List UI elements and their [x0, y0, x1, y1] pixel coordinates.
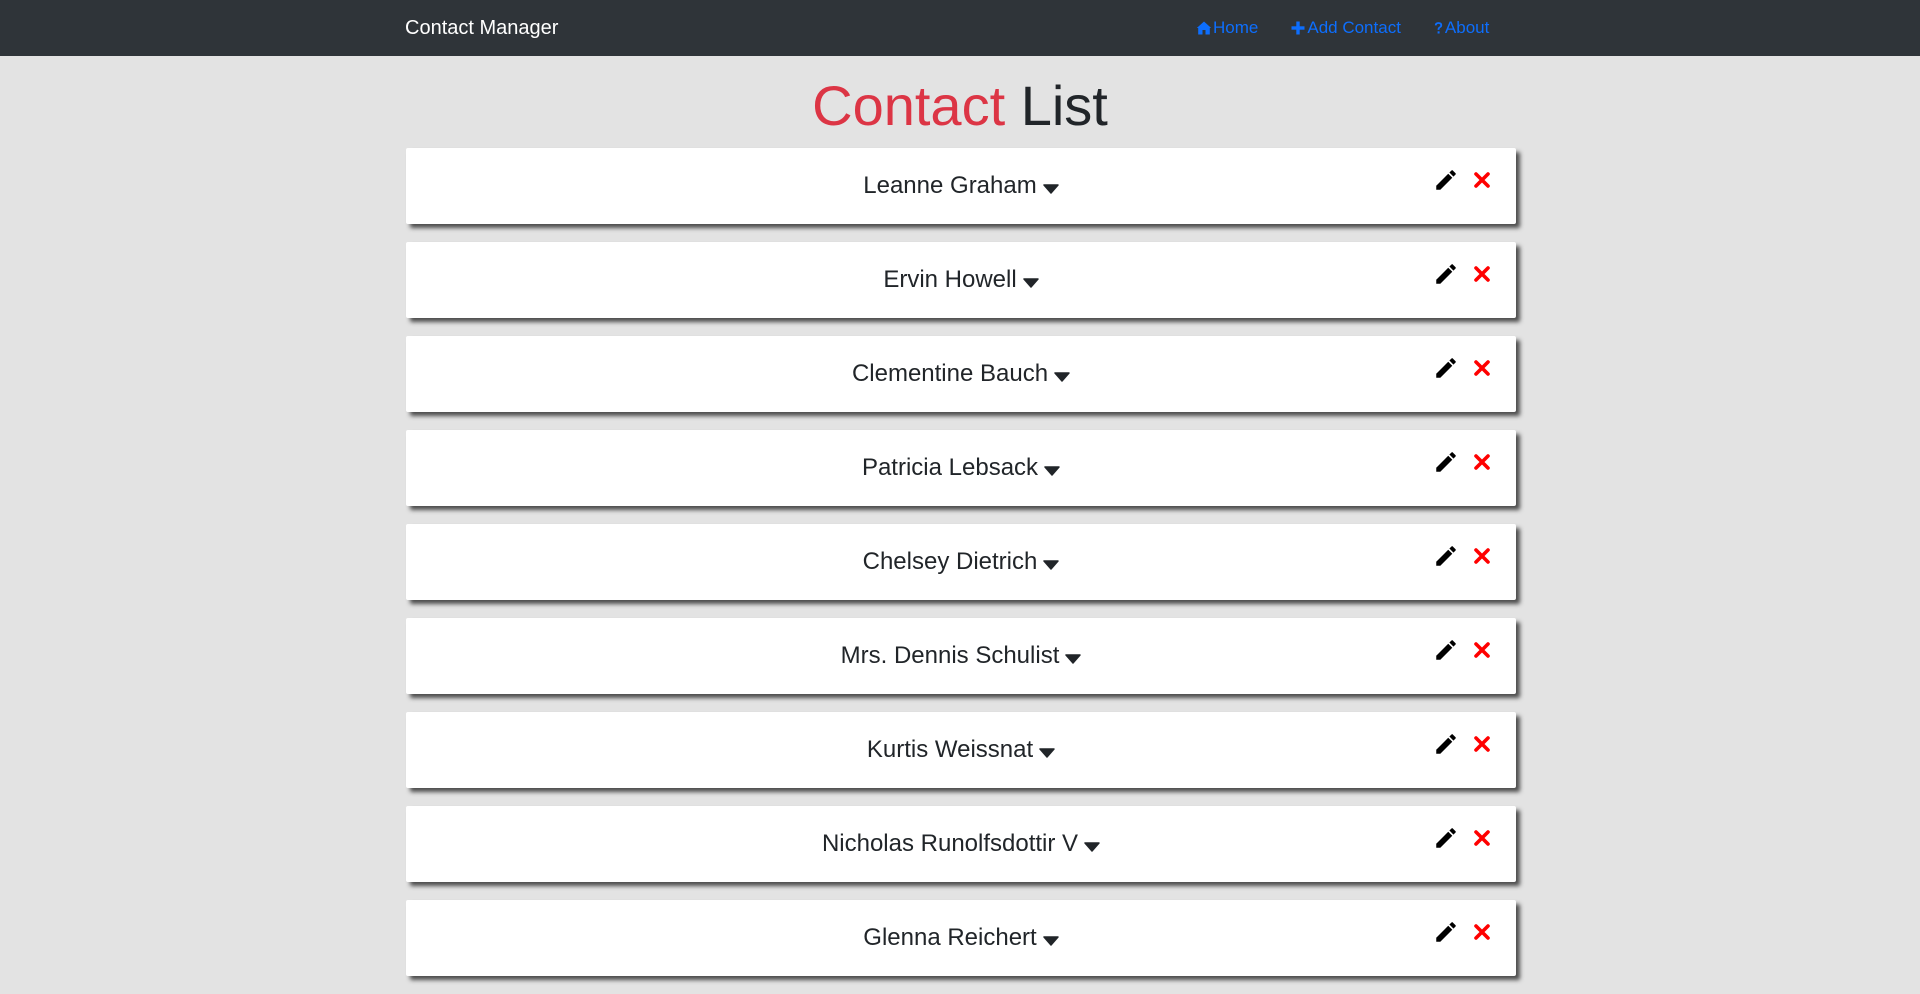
pencil-icon	[1436, 452, 1456, 472]
close-icon	[1474, 172, 1490, 188]
contact-card: Leanne Graham	[406, 148, 1516, 224]
delete-button[interactable]	[1468, 824, 1496, 852]
contact-actions	[1432, 636, 1496, 664]
question-icon	[1434, 22, 1443, 34]
caret-down-icon	[1054, 372, 1070, 382]
nav-link-home-label: Home	[1213, 18, 1259, 37]
edit-button[interactable]	[1432, 918, 1460, 946]
contact-card: Kurtis Weissnat	[406, 712, 1516, 788]
caret-down-icon	[1039, 748, 1055, 758]
page-title-accent: Contact	[812, 74, 1006, 137]
edit-button[interactable]	[1432, 824, 1460, 852]
pencil-icon	[1436, 640, 1456, 660]
contact-actions	[1432, 542, 1496, 570]
delete-button[interactable]	[1468, 260, 1496, 288]
edit-button[interactable]	[1432, 166, 1460, 194]
close-icon	[1474, 454, 1490, 470]
contact-card: Clementine Bauch	[406, 336, 1516, 412]
contact-name-toggle[interactable]: Mrs. Dennis Schulist	[841, 642, 1082, 670]
contact-name-toggle[interactable]: Nicholas Runolfsdottir V	[822, 830, 1100, 858]
caret-down-icon	[1043, 560, 1060, 570]
delete-button[interactable]	[1468, 166, 1496, 194]
contact-card: Patricia Lebsack	[406, 430, 1516, 506]
edit-button[interactable]	[1432, 448, 1460, 476]
pencil-icon	[1436, 358, 1456, 378]
delete-button[interactable]	[1468, 918, 1496, 946]
contact-name: Leanne Graham	[863, 172, 1037, 199]
contact-actions	[1432, 730, 1496, 758]
edit-button[interactable]	[1432, 636, 1460, 664]
contact-name-toggle[interactable]: Chelsey Dietrich	[863, 548, 1060, 576]
contact-name-toggle[interactable]: Ervin Howell	[883, 266, 1039, 294]
navbar-brand[interactable]: Contact Manager	[405, 15, 558, 41]
contact-actions	[1432, 824, 1496, 852]
delete-button[interactable]	[1468, 354, 1496, 382]
edit-button[interactable]	[1432, 354, 1460, 382]
caret-down-icon	[1042, 936, 1059, 946]
nav-link-about[interactable]: About	[1433, 18, 1489, 38]
contact-list: Leanne Graham Ervin Howell Clementine Ba…	[406, 148, 1516, 994]
contact-actions	[1432, 166, 1496, 194]
nav-link-about-label: About	[1444, 18, 1490, 37]
contact-actions	[1432, 918, 1496, 946]
contact-name-toggle[interactable]: Leanne Graham	[863, 172, 1059, 200]
contact-actions	[1432, 448, 1496, 476]
page-title-rest: List	[1020, 74, 1108, 137]
contact-card: Ervin Howell	[406, 242, 1516, 318]
nav-link-add-contact-label: Add Contact	[1307, 18, 1401, 37]
contact-card: Mrs. Dennis Schulist	[406, 618, 1516, 694]
pencil-icon	[1436, 922, 1456, 942]
pencil-icon	[1436, 828, 1456, 848]
close-icon	[1474, 548, 1490, 564]
close-icon	[1474, 830, 1490, 846]
delete-button[interactable]	[1468, 636, 1496, 664]
plus-icon	[1291, 21, 1305, 35]
contact-name: Chelsey Dietrich	[862, 548, 1038, 575]
edit-button[interactable]	[1432, 260, 1460, 288]
caret-down-icon	[1044, 466, 1060, 476]
home-icon	[1196, 21, 1212, 35]
contact-name-toggle[interactable]: Kurtis Weissnat	[867, 736, 1055, 764]
contact-card: Nicholas Runolfsdottir V	[406, 806, 1516, 882]
nav-link-add-contact[interactable]: Add Contact	[1290, 18, 1401, 38]
contact-name: Ervin Howell	[883, 266, 1017, 293]
contact-name: Patricia Lebsack	[861, 454, 1039, 481]
nav-links: Home Add Contact About	[1196, 15, 1521, 41]
pencil-icon	[1436, 734, 1456, 754]
contact-name: Clementine Bauch	[851, 360, 1049, 387]
close-icon	[1474, 266, 1490, 282]
contact-name: Mrs. Dennis Schulist	[840, 642, 1060, 669]
contact-actions	[1432, 260, 1496, 288]
contact-name: Nicholas Runolfsdottir V	[821, 830, 1079, 857]
close-icon	[1474, 736, 1490, 752]
caret-down-icon	[1065, 654, 1082, 664]
caret-down-icon	[1084, 842, 1100, 852]
contact-name-toggle[interactable]: Glenna Reichert	[863, 924, 1059, 952]
edit-button[interactable]	[1432, 542, 1460, 570]
close-icon	[1474, 924, 1490, 940]
caret-down-icon	[1042, 184, 1059, 194]
navbar: Contact Manager Home Add Contact About	[0, 0, 1920, 56]
delete-button[interactable]	[1468, 448, 1496, 476]
delete-button[interactable]	[1468, 542, 1496, 570]
pencil-icon	[1436, 264, 1456, 284]
delete-button[interactable]	[1468, 730, 1496, 758]
close-icon	[1474, 360, 1490, 376]
contact-card: Glenna Reichert	[406, 900, 1516, 976]
pencil-icon	[1436, 170, 1456, 190]
close-icon	[1474, 642, 1490, 658]
contact-card: Chelsey Dietrich	[406, 524, 1516, 600]
caret-down-icon	[1022, 278, 1039, 288]
contact-actions	[1432, 354, 1496, 382]
contact-name: Glenna Reichert	[863, 924, 1037, 951]
edit-button[interactable]	[1432, 730, 1460, 758]
nav-link-home[interactable]: Home	[1196, 18, 1258, 38]
contact-name: Kurtis Weissnat	[866, 736, 1034, 763]
contact-name-toggle[interactable]: Clementine Bauch	[852, 360, 1070, 388]
contact-name-toggle[interactable]: Patricia Lebsack	[862, 454, 1060, 482]
pencil-icon	[1436, 546, 1456, 566]
page-title: Contact List	[0, 73, 1920, 139]
